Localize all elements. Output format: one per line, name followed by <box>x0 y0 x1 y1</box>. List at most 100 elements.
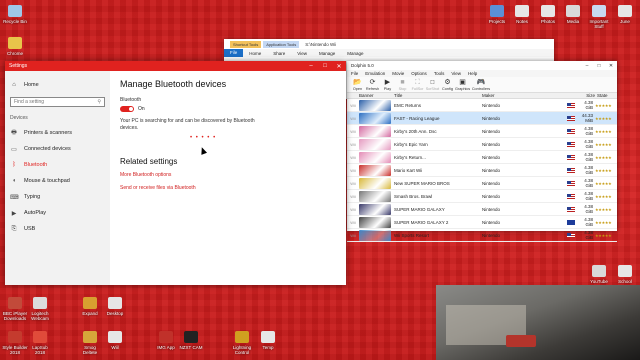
desktop-icon[interactable]: Projects <box>484 5 510 24</box>
maximize-button[interactable]: □ <box>593 63 605 69</box>
refresh-icon: ⟳ <box>369 78 376 86</box>
game-maker: Nintendo <box>482 141 501 147</box>
controllers-button[interactable]: 🎮 Controllers <box>470 79 492 91</box>
dolphin-titlebar[interactable]: Dolphin 5.0 – □ ✕ <box>347 61 617 70</box>
menu-item-file[interactable]: File <box>351 71 358 76</box>
column-title[interactable]: Title <box>394 93 482 98</box>
close-button[interactable]: ✕ <box>332 63 346 70</box>
game-maker: Nintendo <box>482 128 501 134</box>
desktop-icon[interactable]: Notes <box>509 5 535 24</box>
explorer-tab-home[interactable]: Home <box>243 51 267 56</box>
play-button[interactable]: ▶ Play <box>380 79 395 91</box>
sidebar-item-connected-devices[interactable]: ▭ Connected devices <box>10 141 105 157</box>
sidebar-item-autoplay[interactable]: ▶ AutoPlay <box>10 205 105 221</box>
desktop-icon[interactable]: NZXT CAM <box>178 331 204 350</box>
explorer-tab-share[interactable]: Share <box>267 51 291 56</box>
desktop-icon[interactable]: Expand <box>77 297 103 316</box>
stop-button[interactable]: ■ Stop <box>395 79 410 91</box>
game-maker: Nintendo <box>482 232 501 238</box>
desktop-icon-image <box>33 331 47 343</box>
column-banner[interactable]: Banner <box>359 93 394 98</box>
menu-item-movie[interactable]: Movie <box>392 71 404 76</box>
desktop-icon[interactable]: Style Builder 2018 <box>2 331 28 355</box>
desktop-icon[interactable]: Smog Deltete <box>77 331 103 355</box>
explorer-tag-shortcut[interactable]: Shortcut Tools <box>230 40 262 48</box>
column-size[interactable]: Size <box>567 93 595 98</box>
sidebar-item-usb[interactable]: ⎘ USB <box>10 221 105 237</box>
menu-item-view[interactable]: View <box>451 71 461 76</box>
menu-item-help[interactable]: Help <box>468 71 477 76</box>
maximize-button[interactable]: □ <box>318 63 332 69</box>
desktop-icon[interactable]: Recycle Bin <box>2 5 28 24</box>
menu-item-emulation[interactable]: Emulation <box>365 71 385 76</box>
explorer-tab-manage-2[interactable]: Manage <box>341 51 369 56</box>
menu-item-tools[interactable]: Tools <box>434 71 445 76</box>
desktop-icon[interactable]: Photos <box>535 5 561 24</box>
desktop-icon[interactable]: Chrome <box>2 37 28 56</box>
bluetooth-toggle[interactable]: On <box>120 106 336 112</box>
scrshot-button[interactable]: ◘ ScrShot <box>425 79 440 91</box>
game-row[interactable]: Wii Kirby's Return... Nintendo 4.38 GiB ★★★★… <box>347 151 617 164</box>
game-row[interactable]: Wii Kirby's Epic Yarn Nintendo 4.38 GiB ★★★★… <box>347 138 617 151</box>
send-receive-files-link[interactable]: Send or receive files via Bluetooth <box>120 185 336 191</box>
sidebar-item-mouse-touchpad[interactable]: ◖ Mouse & touchpad <box>10 173 105 189</box>
desktop-icon[interactable]: Media <box>560 5 586 24</box>
close-button[interactable]: ✕ <box>605 63 617 69</box>
desktop-icon[interactable]: LapSub 2018 <box>27 331 53 355</box>
open-button[interactable]: 📂 Open <box>350 79 365 91</box>
sidebar-item-printers-scanners[interactable]: 🖶 Printers & scanners <box>10 125 105 141</box>
desktop-icon[interactable]: Lightning Control <box>229 331 255 355</box>
settings-titlebar[interactable]: Settings – □ ✕ <box>5 61 346 71</box>
minimize-button[interactable]: – <box>581 63 593 69</box>
desktop-icon[interactable]: YouTube <box>586 265 612 284</box>
game-row[interactable]: Wii Mario Kart Wii Nintendo 4.38 GiB ★★★★★ <box>347 164 617 177</box>
desktop-icon[interactable]: Wiil <box>102 331 128 350</box>
minimize-button[interactable]: – <box>304 63 318 69</box>
explorer-tab-file[interactable]: File <box>224 49 244 57</box>
graphics-button[interactable]: ▣ Graphics <box>455 79 470 91</box>
refresh-button[interactable]: ⟳ Refresh <box>365 79 380 91</box>
desktop-icon[interactable]: Temp <box>255 331 281 350</box>
desktop-icon[interactable]: Important Stuff <box>586 5 612 29</box>
fullscr-button[interactable]: ⛶ FullScr <box>410 79 425 91</box>
desktop-icon-image <box>566 5 580 17</box>
settings-window[interactable]: Settings – □ ✕ ⌂ Home Find a setting ⚲ D… <box>5 61 346 285</box>
sidebar-items: 🖶 Printers & scanners ▭ Connected devices ᛒ B… <box>10 125 105 237</box>
desktop-icon[interactable]: School <box>612 265 638 284</box>
region-flag-icon <box>567 154 577 160</box>
platform-label: Wii <box>350 219 356 225</box>
desktop-icon[interactable]: June <box>612 5 638 24</box>
desktop-icon[interactable]: Desktop <box>102 297 128 316</box>
desktop-icon[interactable]: Logitech Webcam <box>27 297 53 321</box>
desktop-icon-label: NZXT CAM <box>179 345 203 350</box>
column-state[interactable]: State <box>595 93 611 98</box>
game-row[interactable]: Wii New SUPER MARIO BROS Nintendo 4.38 GiB ★… <box>347 177 617 190</box>
desktop-icon-label: Chrome <box>6 51 23 56</box>
toggle-switch[interactable] <box>120 106 134 112</box>
menu-item-options[interactable]: Options <box>411 71 427 76</box>
game-row[interactable]: Wii SUPER MARIO GALAXY Nintendo 4.38 GiB ★★★… <box>347 203 617 216</box>
explorer-tab-view[interactable]: View <box>291 51 313 56</box>
more-bluetooth-options-link[interactable]: More Bluetooth options <box>120 172 336 178</box>
search-input[interactable]: Find a setting ⚲ <box>10 97 105 107</box>
game-row[interactable]: Wii SUPER MARIO GALAXY 2 Nintendo 4.38 GiB ★… <box>347 216 617 229</box>
config-button[interactable]: ⚙ Config <box>440 79 455 91</box>
game-row[interactable]: Wii EMC Returns Nintendo 4.38 GiB ★★★★★ <box>347 99 617 112</box>
sidebar-item-typing[interactable]: ⌨ Typing <box>10 189 105 205</box>
sidebar-item-home[interactable]: ⌂ Home <box>10 77 105 93</box>
column-maker[interactable]: Maker <box>482 93 567 98</box>
dolphin-window[interactable]: Dolphin 5.0 – □ ✕ File Emulation Movie Opti… <box>347 61 617 242</box>
game-row[interactable]: Wii Wii Sports Resort Nintendo 4.38 GiB ★★★★… <box>347 229 617 242</box>
game-row[interactable]: Wii Smash Bros. Brawl Nintendo 4.38 GiB ★★★★… <box>347 190 617 203</box>
desktop-icon[interactable]: BBC iPlayer Downloads <box>2 297 28 321</box>
explorer-tab-manage[interactable]: Manage <box>313 51 341 56</box>
sidebar-item-bluetooth[interactable]: ᛒ Bluetooth <box>10 157 105 173</box>
search-icon[interactable]: ⚲ <box>97 99 101 105</box>
desktop-icon[interactable]: IMG App <box>153 331 179 350</box>
game-size: 4.38 GiB <box>584 230 593 240</box>
explorer-titlebar[interactable]: Shortcut Tools Application Tools S:\Nint… <box>224 39 554 49</box>
explorer-tag-application[interactable]: Application Tools <box>263 40 300 48</box>
game-row[interactable]: Wii Kirby's 20th Ann. Dsc Nintendo 4.38 GiB… <box>347 125 617 138</box>
game-row[interactable]: Wii FAST - Racing League Nintendo 44.33 MiB… <box>347 112 617 125</box>
platform-label: Wii <box>350 232 356 238</box>
